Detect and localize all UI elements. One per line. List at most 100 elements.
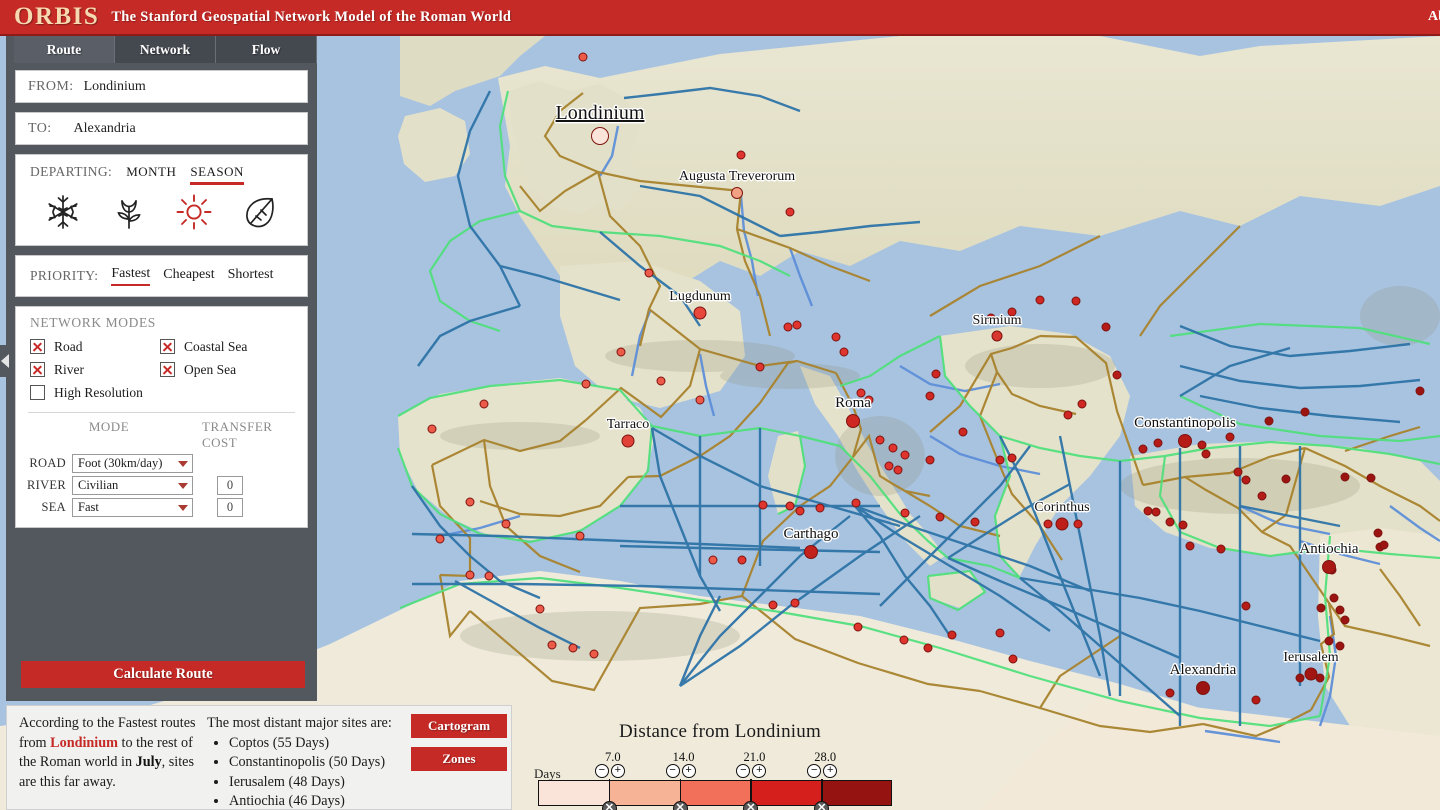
legend-tick-increase-button[interactable]: + xyxy=(823,764,837,778)
legend-color-scale[interactable] xyxy=(538,780,892,806)
map-site-dot-marker[interactable] xyxy=(1152,508,1161,517)
map-city-dot[interactable] xyxy=(694,307,707,320)
map-site-dot-marker[interactable] xyxy=(1036,296,1045,305)
sea-transfer-cost-input[interactable]: 0 xyxy=(217,498,243,517)
map-site-dot-marker[interactable] xyxy=(786,208,795,217)
map-site-dot-marker[interactable] xyxy=(1367,474,1376,483)
map-site-dot-marker[interactable] xyxy=(657,377,666,386)
map-city-dot[interactable] xyxy=(591,127,609,145)
river-mode-select[interactable]: Civilian xyxy=(72,476,193,495)
map-site-dot-marker[interactable] xyxy=(996,456,1005,465)
checkbox-road[interactable]: Road xyxy=(30,336,160,357)
map-city-dot[interactable] xyxy=(1056,518,1069,531)
map-site-dot-marker[interactable] xyxy=(582,380,591,389)
to-input[interactable]: Alexandria xyxy=(74,121,136,137)
map-site-dot-marker[interactable] xyxy=(901,509,910,518)
map-site-dot-marker[interactable] xyxy=(1341,473,1350,482)
map-site-dot-marker[interactable] xyxy=(1252,696,1261,705)
map-site-dot-marker[interactable] xyxy=(796,507,805,516)
map-site-dot-marker[interactable] xyxy=(696,396,705,405)
map-city-dot[interactable] xyxy=(1322,560,1336,574)
map-site-dot-marker[interactable] xyxy=(1009,655,1018,664)
map-site-dot-marker[interactable] xyxy=(840,348,849,357)
checkbox-river-box[interactable] xyxy=(30,362,45,377)
map-site-dot-marker[interactable] xyxy=(617,348,626,357)
map-site-dot-marker[interactable] xyxy=(759,501,768,510)
map-site-dot-marker[interactable] xyxy=(784,323,793,332)
map-site-dot-marker[interactable] xyxy=(1044,520,1053,529)
map-city-dot[interactable] xyxy=(1305,668,1318,681)
map-site-dot-marker[interactable] xyxy=(1139,445,1148,454)
map-site-dot-marker[interactable] xyxy=(1113,371,1122,380)
map-site-dot-marker[interactable] xyxy=(1074,520,1083,529)
map-site-dot-marker[interactable] xyxy=(1008,454,1017,463)
legend-tick-decrease-button[interactable]: − xyxy=(666,764,680,778)
map-site-dot-marker[interactable] xyxy=(1325,637,1334,646)
map-site-dot-marker[interactable] xyxy=(885,462,894,471)
map-site-dot-marker[interactable] xyxy=(1166,689,1175,698)
map-site-dot-marker[interactable] xyxy=(1380,541,1389,550)
map-site-dot-marker[interactable] xyxy=(1296,674,1305,683)
snowflake-icon[interactable] xyxy=(40,193,86,237)
map-site-dot-marker[interactable] xyxy=(971,518,980,527)
calculate-route-button[interactable]: Calculate Route xyxy=(21,661,305,688)
map-site-dot-marker[interactable] xyxy=(926,392,935,401)
legend-tick-decrease-button[interactable]: − xyxy=(736,764,750,778)
map-site-dot-marker[interactable] xyxy=(1265,417,1274,426)
tab-flow[interactable]: Flow xyxy=(216,36,317,63)
map-site-dot-marker[interactable] xyxy=(1226,433,1235,442)
road-mode-select[interactable]: Foot (30km/day) xyxy=(72,454,193,473)
map-site-dot-marker[interactable] xyxy=(1154,439,1163,448)
map-site-dot-marker[interactable] xyxy=(926,456,935,465)
map-site-dot-marker[interactable] xyxy=(1258,492,1267,501)
legend-tick-decrease-button[interactable]: − xyxy=(807,764,821,778)
map-site-dot-marker[interactable] xyxy=(480,400,489,409)
map-site-dot-marker[interactable] xyxy=(894,466,903,475)
map-city-dot[interactable] xyxy=(1196,681,1210,695)
checkbox-coastal-sea-box[interactable] xyxy=(160,339,175,354)
priority-option-cheapest[interactable]: Cheapest xyxy=(163,267,214,285)
legend-tick-remove-button[interactable]: ✕ xyxy=(814,801,829,810)
leaf-icon[interactable] xyxy=(237,193,283,237)
map-site-dot-marker[interactable] xyxy=(1282,475,1291,484)
map-site-dot-marker[interactable] xyxy=(786,502,795,511)
legend-tick-decrease-button[interactable]: − xyxy=(595,764,609,778)
map-site-dot-marker[interactable] xyxy=(793,321,802,330)
sun-icon[interactable] xyxy=(171,193,217,237)
map-city-dot[interactable] xyxy=(1178,434,1192,448)
map-site-dot-marker[interactable] xyxy=(901,451,910,460)
map-site-dot-marker[interactable] xyxy=(948,631,957,640)
map-site-dot-marker[interactable] xyxy=(1317,604,1326,613)
checkbox-river[interactable]: River xyxy=(30,359,160,380)
map-site-dot-marker[interactable] xyxy=(1078,400,1087,409)
checkbox-road-box[interactable] xyxy=(30,339,45,354)
map-site-dot-marker[interactable] xyxy=(485,572,494,581)
map-site-dot-marker[interactable] xyxy=(502,520,511,529)
map-site-dot-marker[interactable] xyxy=(900,636,909,645)
map-site-dot-marker[interactable] xyxy=(876,436,885,445)
departing-option-season[interactable]: SEASON xyxy=(190,164,244,185)
map-site-dot-marker[interactable] xyxy=(579,53,588,62)
map-site-dot-marker[interactable] xyxy=(791,599,800,608)
map-site-dot-marker[interactable] xyxy=(548,641,557,650)
map-site-dot-marker[interactable] xyxy=(1202,450,1211,459)
sea-mode-select[interactable]: Fast xyxy=(72,498,193,517)
map-site-dot-marker[interactable] xyxy=(738,556,747,565)
map-site-dot-marker[interactable] xyxy=(924,644,933,653)
map-site-dot-marker[interactable] xyxy=(737,151,746,160)
flower-icon[interactable] xyxy=(106,193,152,237)
from-field[interactable]: FROM: Londinium xyxy=(15,70,308,103)
map-city-dot[interactable] xyxy=(992,331,1003,342)
map-site-dot-marker[interactable] xyxy=(1166,518,1175,527)
checkbox-open-sea-box[interactable] xyxy=(160,362,175,377)
map-site-dot-marker[interactable] xyxy=(645,269,654,278)
map-site-dot-marker[interactable] xyxy=(854,623,863,632)
checkbox-coastal-sea[interactable]: Coastal Sea xyxy=(160,336,300,357)
map-site-dot-marker[interactable] xyxy=(1064,411,1073,420)
map-site-dot-marker[interactable] xyxy=(569,644,578,653)
map-site-dot-marker[interactable] xyxy=(1374,529,1383,538)
to-field[interactable]: TO: Alexandria xyxy=(15,112,308,145)
map-site-dot-marker[interactable] xyxy=(769,601,778,610)
sidebar-collapse-handle[interactable] xyxy=(0,345,10,377)
map-city-dot[interactable] xyxy=(846,414,860,428)
